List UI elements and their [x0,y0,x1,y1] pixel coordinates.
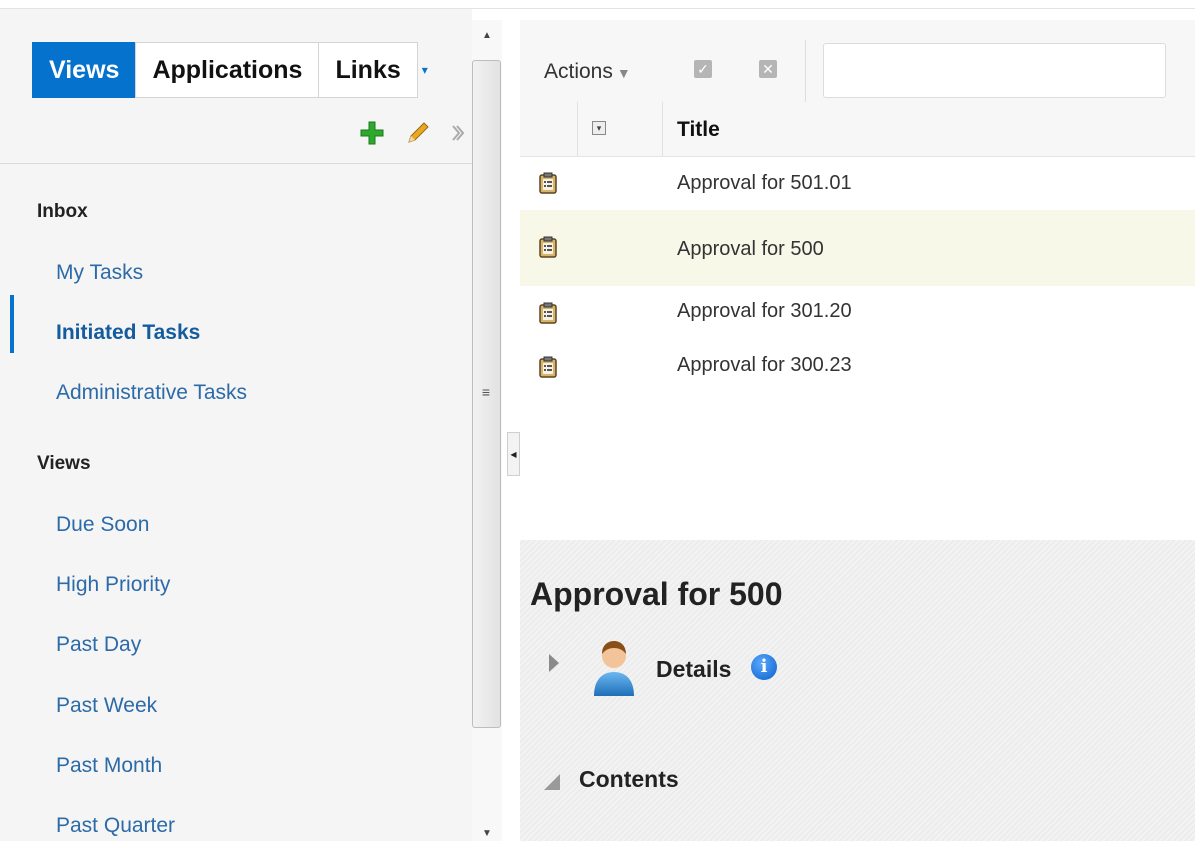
task-clipboard-icon [539,236,557,258]
tab-links[interactable]: Links [318,42,418,98]
top-strip [0,0,1195,9]
approve-icon[interactable]: ✓ [694,60,712,78]
task-title[interactable]: Approval for 500 [677,238,824,261]
nav-past-quarter[interactable]: Past Quarter [56,814,175,838]
dropdown-caret-icon: ▼ [616,65,631,81]
views-heading: Views [37,453,91,474]
task-clipboard-icon [539,172,557,194]
person-icon [594,641,634,696]
tab-applications[interactable]: Applications [135,42,320,98]
chevron-right-icon[interactable] [450,119,466,147]
table-row[interactable]: Approval for 500 [520,210,1195,286]
expand-details-icon[interactable] [549,654,559,672]
table-row[interactable]: Approval for 301.20 [520,286,1195,340]
scroll-down-arrow-icon[interactable]: ▼ [479,828,495,842]
collapse-contents-icon[interactable] [544,774,560,790]
reject-icon[interactable]: ✕ [759,60,777,78]
task-title[interactable]: Approval for 301.20 [677,300,852,323]
contents-section-label[interactable]: Contents [579,766,679,793]
table-row[interactable]: Approval for 501.01 [520,156,1195,210]
collapse-panel-handle[interactable]: ◀ [507,432,520,476]
column-divider [577,102,578,156]
search-input[interactable] [823,43,1166,98]
scroll-grip-icon: ≡ [481,384,491,400]
scroll-up-arrow-icon[interactable]: ▲ [479,30,495,44]
nav-my-tasks[interactable]: My Tasks [56,261,143,285]
table-row[interactable]: Approval for 300.23 [520,340,1195,394]
detail-title: Approval for 500 [530,576,783,612]
left-navigation-panel: Views Applications Links ▾ Inbox My Task… [0,9,472,841]
nav-administrative-tasks[interactable]: Administrative Tasks [56,381,247,405]
panel-toolbar [0,109,472,164]
actions-label: Actions [544,60,613,83]
nav-due-soon[interactable]: Due Soon [56,513,149,537]
column-selector-icon[interactable]: ▾ [592,121,606,135]
task-list-region: Actions ▼ ✓ ✕ ▾ Title Approval for 501.01… [520,20,1195,528]
task-clipboard-icon [539,302,557,324]
info-icon[interactable]: i [751,654,777,680]
tabs-overflow-icon[interactable]: ▾ [417,42,433,98]
active-item-indicator [10,295,14,353]
toolbar-separator [805,40,806,102]
nav-initiated-tasks[interactable]: Initiated Tasks [56,321,200,345]
task-detail-pane: Approval for 500 Details i Contents [520,540,1195,841]
column-header-title[interactable]: Title [677,118,720,142]
inbox-heading: Inbox [37,201,88,222]
panel-tabs: Views Applications Links ▾ [32,42,433,108]
nav-past-day[interactable]: Past Day [56,633,141,657]
task-title[interactable]: Approval for 300.23 [677,354,852,377]
nav-past-week[interactable]: Past Week [56,694,157,718]
tab-views[interactable]: Views [32,42,137,98]
table-header: ▾ Title [520,102,1195,157]
actions-toolbar: Actions ▼ ✓ ✕ [520,20,1195,102]
column-divider [662,102,663,156]
edit-icon[interactable] [404,119,432,147]
task-title[interactable]: Approval for 501.01 [677,172,852,195]
nav-high-priority[interactable]: High Priority [56,573,170,597]
add-icon[interactable] [358,119,386,147]
details-section-label[interactable]: Details [656,656,731,683]
actions-menu[interactable]: Actions ▼ [544,60,631,84]
task-clipboard-icon [539,356,557,378]
nav-past-month[interactable]: Past Month [56,754,162,778]
